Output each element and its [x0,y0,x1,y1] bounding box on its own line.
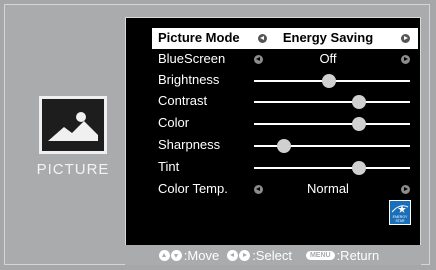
slider-knob[interactable] [351,117,366,131]
arrow-right-icon[interactable] [401,55,410,64]
slider-knob[interactable] [276,139,291,153]
energy-star-icon: ENERGY STAR [389,200,411,225]
arrow-right-icon[interactable] [401,185,410,194]
menu-row-bluescreen[interactable]: BlueScreen Off [152,49,414,70]
menu-row-color[interactable]: Color [152,113,414,134]
menu-row-contrast[interactable]: Contrast [152,91,414,112]
slider-knob[interactable] [321,74,336,88]
row-label: Sharpness [158,137,221,152]
move-hint: :Move [183,247,220,263]
menu-row-tint[interactable]: Tint [152,157,414,178]
arrow-right-icon[interactable] [401,34,410,43]
right-arrow-icon [239,249,251,261]
up-arrow-icon [158,249,170,261]
menu-key-icon: MENU [305,250,335,260]
footer-hints: :Move :Select MENU :Return [125,245,421,265]
arrow-left-icon[interactable] [254,185,263,194]
row-value: Normal [307,181,349,196]
return-hint: :Return [336,247,380,263]
row-label: Tint [158,159,180,174]
row-value: Off [319,51,337,66]
row-value: Energy Saving [282,30,374,45]
row-label: Picture Mode [158,30,240,45]
select-hint: :Select [252,247,292,263]
arrow-left-icon[interactable] [258,34,267,43]
select-keys [227,249,251,261]
menu-row-picture-mode[interactable]: Picture Mode Energy Saving [152,28,418,49]
picture-settings-menu: Picture Mode Energy Saving BlueScreen Of… [125,17,421,265]
down-arrow-icon [170,249,182,261]
energy-star-text: ENERGY STAR [392,215,408,223]
slider-track[interactable] [254,101,410,103]
row-label: BlueScreen [158,51,226,66]
picture-icon [39,96,107,154]
slider-track[interactable] [254,123,410,125]
slider-track[interactable] [254,167,410,169]
row-label: Contrast [158,93,208,108]
row-label: Color Temp. [158,181,228,196]
row-label: Color [158,115,190,130]
menu-row-color-temp[interactable]: Color Temp. Normal [152,179,414,200]
slider-knob[interactable] [351,95,366,109]
category-label: PICTURE [36,161,110,178]
left-arrow-icon [227,249,239,261]
slider-knob[interactable] [351,161,366,175]
menu-row-brightness[interactable]: Brightness [152,70,414,91]
move-keys [158,249,182,261]
arrow-left-icon[interactable] [254,55,263,64]
row-label: Brightness [158,72,220,87]
menu-row-sharpness[interactable]: Sharpness [152,135,414,156]
